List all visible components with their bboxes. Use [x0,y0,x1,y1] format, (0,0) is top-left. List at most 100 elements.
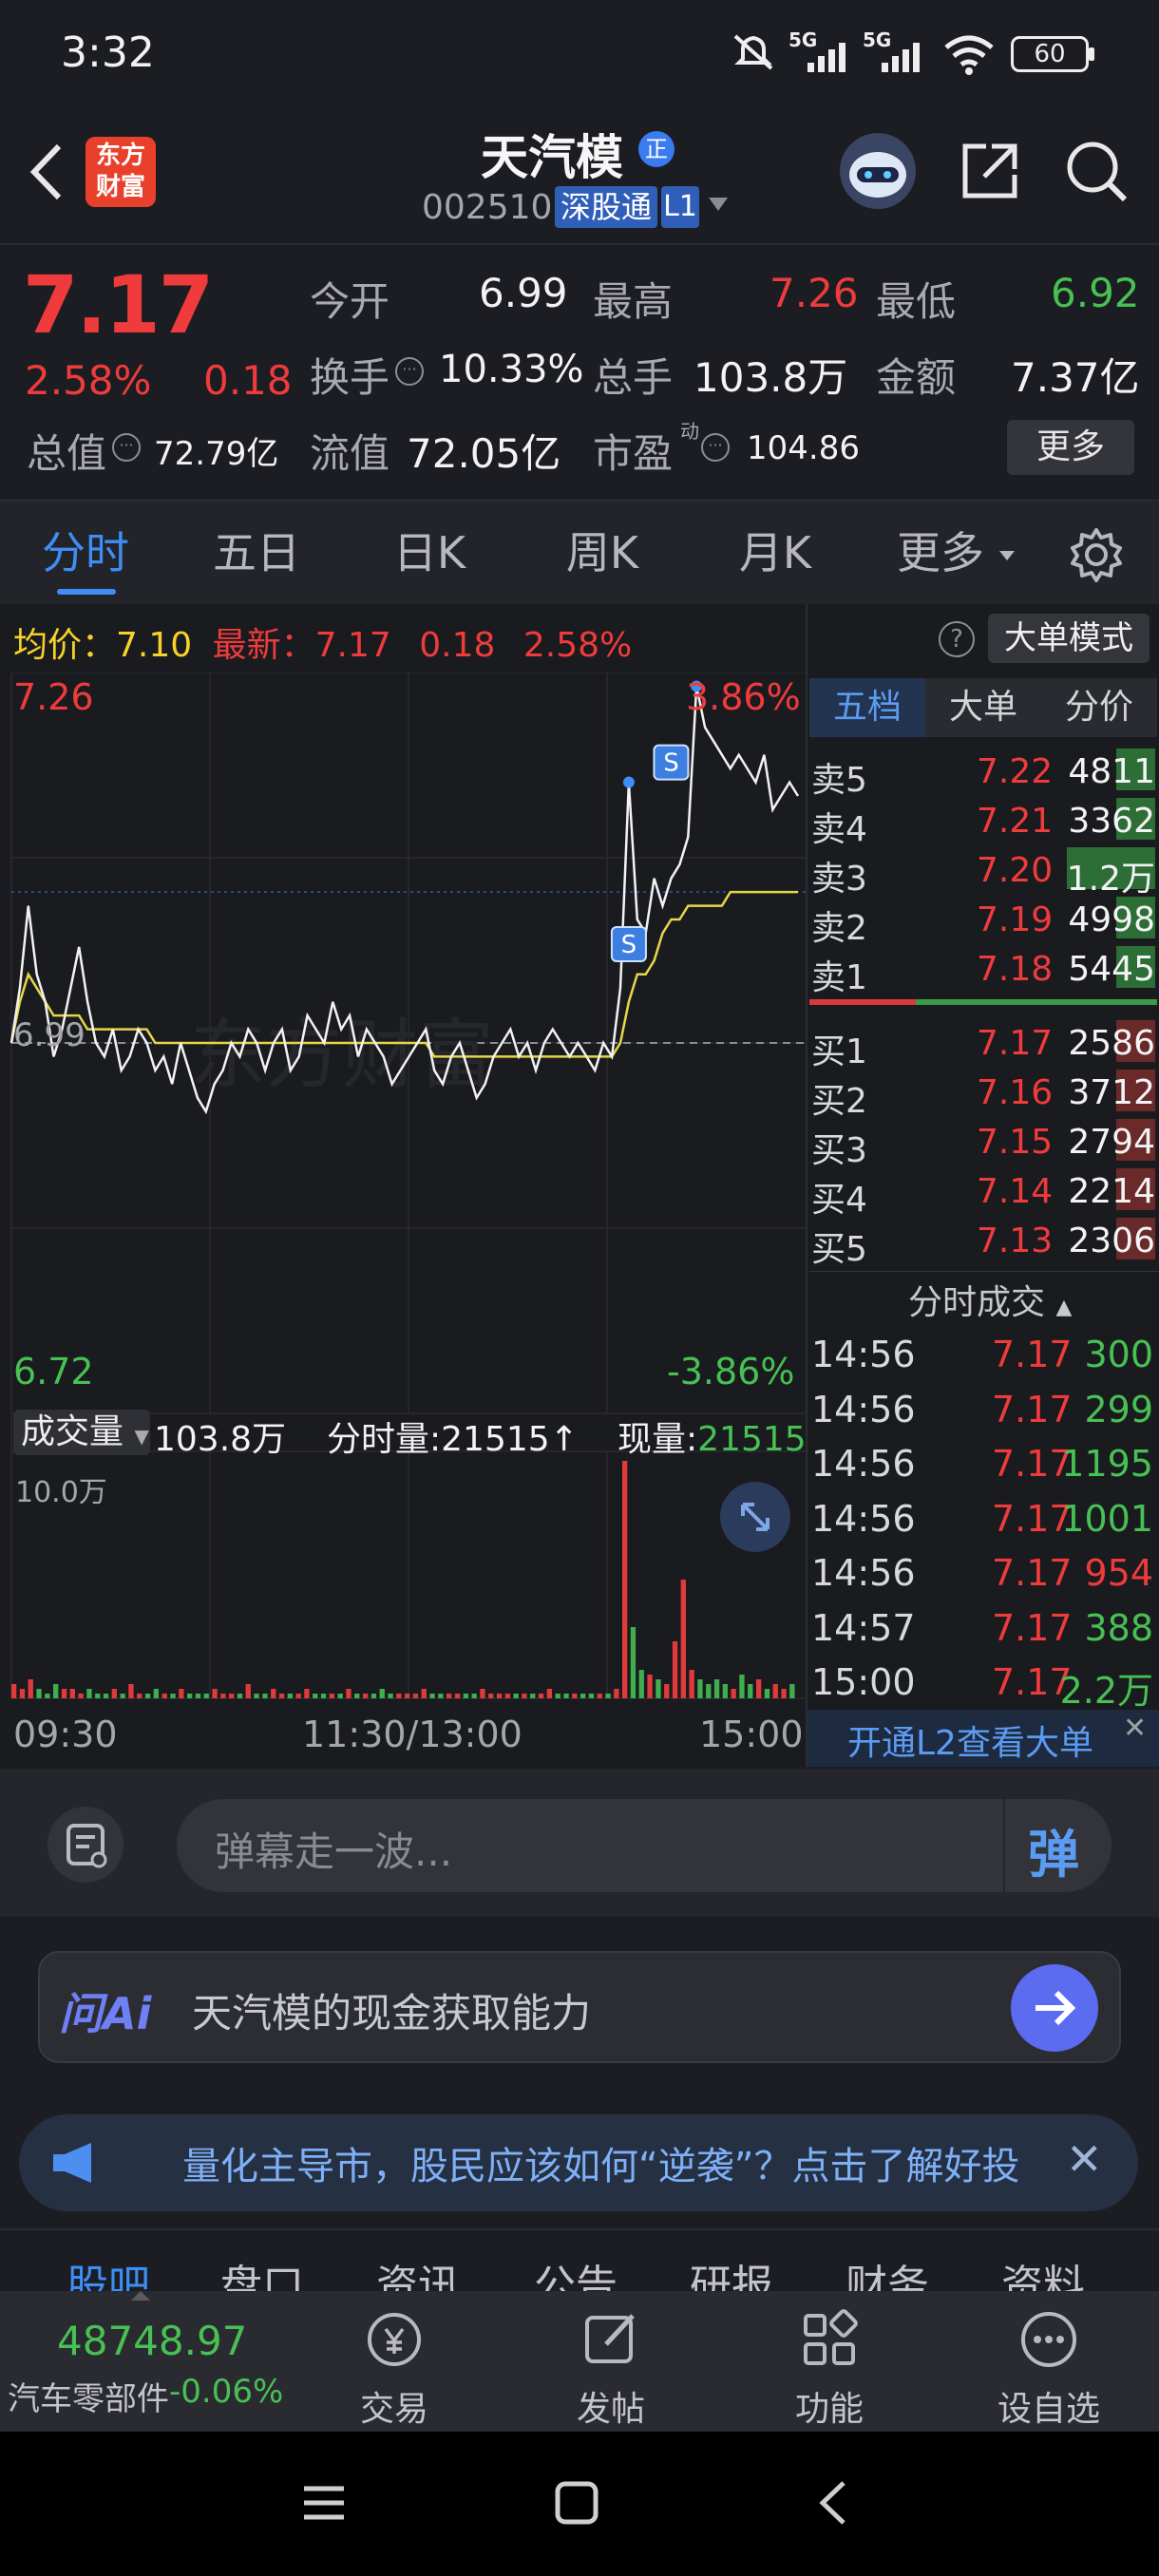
volume-bar [630,1627,636,1698]
volume-bar [111,1689,117,1698]
tab-day-k[interactable]: 日K [361,502,498,604]
notice-banner[interactable]: 量化主导市，股民应该如何“逆袭”？点击了解好投 ✕ [19,2114,1138,2211]
more-circle-icon [1021,2312,1076,2367]
sector-index-value[interactable]: 48748.97 [57,2318,247,2364]
x-label-mid: 11:30/13:00 [302,1714,522,1755]
bid-row[interactable]: 买2 7.16 3712 [809,1068,1159,1121]
signal-s-badge-2[interactable]: S [653,744,690,781]
volume-bar [622,1461,628,1698]
menu-icon[interactable] [300,2479,348,2530]
ai-question-bar[interactable]: 问Ai 天汽模的现金获取能力 [38,1951,1121,2063]
volume-bar [522,1694,527,1698]
ask-price: 7.22 [977,752,1054,791]
system-nav-bar [0,2432,1159,2576]
bid-volume: 2794 [1068,1123,1155,1162]
edit-icon [585,2314,635,2363]
back-nav-icon[interactable] [809,2477,857,2532]
logo-text-2: 财富 [95,173,145,201]
bid-row[interactable]: 买4 7.14 2214 [809,1166,1159,1220]
volume-selector[interactable]: 成交量 ▼ [13,1410,150,1455]
volume-bar [739,1675,745,1698]
settings-gear-icon[interactable] [1068,526,1125,587]
bid-level-label: 买4 [811,1181,867,1220]
subtab-finance[interactable]: 财务 [846,2251,929,2291]
y-min-label: 6.72 [13,1351,94,1392]
tab-week-k[interactable]: 周K [534,502,671,604]
expand-icon[interactable] [720,1482,790,1552]
high-value: 7.26 [770,270,859,316]
quote-panel: 7.17 2.58% 0.18 今开 6.99 最高 7.26 最低 6.92 … [0,243,1159,498]
big-order-mode-button[interactable]: 大单模式 [988,614,1150,663]
info-icon-2[interactable]: ··· [112,433,141,462]
help-icon[interactable]: ? [939,621,975,657]
volume-bar [530,1694,536,1698]
tab-more-caret-icon[interactable] [999,551,1015,560]
tab-five-day[interactable]: 五日 [188,502,325,604]
tab-month-k[interactable]: 月K [707,502,844,604]
bid-row[interactable]: 买1 7.17 2586 [809,1018,1159,1071]
volume-bar [195,1694,201,1698]
tab-price-split[interactable]: 分价 [1041,678,1157,737]
post-button[interactable]: 发帖 [549,2291,673,2432]
volume-bar [772,1684,778,1698]
info-icon[interactable]: ··· [395,357,424,386]
tab-more[interactable]: 更多 [884,502,998,604]
volume-bar [179,1689,184,1698]
sub-tabs: 股吧 盘口 资讯 公告 研报 财务 资料 [0,2228,1159,2291]
notice-text[interactable]: 量化主导市，股民应该如何“逆袭”？点击了解好投 [182,2135,1018,2190]
avg-value: 7.10 [116,626,193,665]
more-button[interactable]: 更多 [1007,420,1134,475]
caret-up-icon-2 [131,2291,150,2301]
subtab-news[interactable]: 资讯 [376,2251,460,2291]
ask-row[interactable]: 卖5 7.22 4811 [809,747,1159,800]
subtab-guba[interactable]: 股吧 [66,2251,150,2291]
ask-row[interactable]: 卖3 7.20 1.2万 [809,845,1159,899]
pe-value: 104.86 [747,429,860,467]
subtab-notice[interactable]: 公告 [534,2251,618,2291]
robot-avatar-icon[interactable] [840,133,916,209]
add-watchlist-button[interactable]: 设自选 [984,2291,1113,2432]
ask-row[interactable]: 卖1 7.18 5445 [809,944,1159,997]
danmu-toggle-button[interactable]: 弹 [1028,1812,1079,1887]
wifi-icon [942,32,996,80]
notice-close-icon[interactable]: ✕ [1066,2133,1103,2185]
bid-row[interactable]: 买5 7.13 2306 [809,1216,1159,1269]
volume-bar [555,1694,560,1698]
pe-label: 市盈 [593,430,674,477]
volume-bar [262,1694,268,1698]
l2-banner[interactable]: 开通L2查看大单 ✕ [806,1710,1159,1767]
trade-price: 7.17 [992,1552,1073,1594]
close-icon[interactable]: ✕ [1123,1712,1147,1745]
dropdown-icon[interactable] [709,198,728,211]
volume-total: 103.8万 [154,1420,287,1459]
arrow-right-icon[interactable] [1011,1964,1098,2052]
turnover-value: 10.33% [439,348,584,391]
search-icon[interactable] [1062,137,1130,209]
watch-label: 设自选 [997,2390,1100,2429]
share-icon[interactable] [958,139,1022,207]
subtab-profile[interactable]: 资料 [1001,2251,1085,2291]
x-label-open: 09:30 [13,1714,118,1755]
l2-link[interactable]: 开通L2查看大单 [847,1715,1093,1765]
volume-bar [220,1694,226,1698]
ask-row[interactable]: 卖4 7.21 3362 [809,796,1159,849]
function-button[interactable]: 功能 [768,2291,891,2432]
ask-row[interactable]: 卖2 7.19 4998 [809,895,1159,948]
home-icon[interactable] [553,2479,600,2530]
surge-marker-1[interactable] [622,776,635,788]
danmu-settings-icon[interactable] [48,1807,124,1883]
tab-big-order[interactable]: 大单 [925,678,1041,737]
danmu-input[interactable]: 弹幕走一波... 弹 [177,1799,1112,1892]
back-icon[interactable] [17,139,74,205]
subtab-research[interactable]: 研报 [690,2251,773,2291]
ask-volume: 1.2万 [1066,860,1155,899]
trade-button[interactable]: 交易 [332,2291,456,2432]
subtab-pankou[interactable]: 盘口 [220,2251,304,2291]
tab-five-level[interactable]: 五档 [809,678,925,737]
sector-index-name[interactable]: 汽车零部件 [8,2373,169,2419]
signal-s-badge-1[interactable]: S [610,926,647,962]
bid-level-label: 买3 [811,1131,867,1170]
intraday-chart[interactable]: 东方财富 S S [0,672,808,1767]
info-icon-3[interactable]: ··· [701,433,730,462]
bid-row[interactable]: 买3 7.15 2794 [809,1117,1159,1170]
